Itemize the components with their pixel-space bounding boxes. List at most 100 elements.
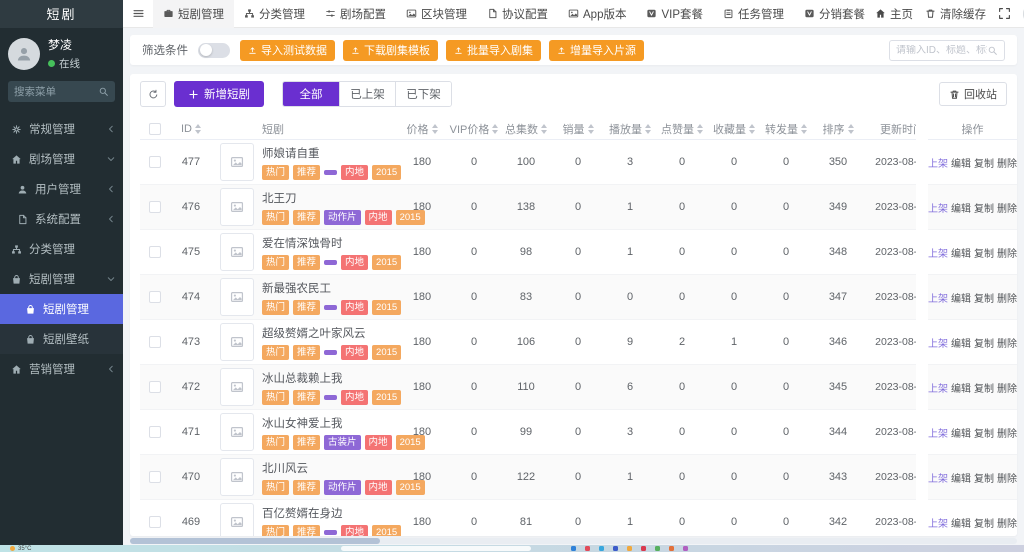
column-header[interactable]: 销量 — [552, 121, 604, 137]
sort-icon[interactable] — [801, 124, 807, 134]
scrollbar-thumb[interactable] — [130, 538, 380, 544]
drama-title[interactable]: 北川风云 — [262, 460, 308, 476]
table-scroll-area[interactable]: ID短剧价格VIP价格总集数销量播放量点赞量收藏量转发量排序更新时间 477师娘… — [140, 118, 916, 536]
drama-title[interactable]: 冰山女神爱上我 — [262, 415, 343, 431]
sidebar-item[interactable]: 分类管理 — [0, 234, 123, 264]
sort-icon[interactable] — [195, 124, 201, 134]
table-row[interactable]: 471冰山女神爱上我热门推荐古装片内地201518009903000344202… — [140, 410, 916, 455]
sort-icon[interactable] — [848, 124, 854, 134]
taskbar-app-icon[interactable] — [585, 546, 590, 551]
action-link[interactable]: 编辑 — [951, 290, 971, 305]
drama-title[interactable]: 超级赘婿之叶家风云 — [262, 325, 366, 341]
action-link[interactable]: 上架 — [928, 380, 948, 395]
top-nav-item[interactable]: 分销套餐 — [794, 0, 875, 28]
row-checkbox[interactable] — [149, 516, 161, 528]
row-checkbox[interactable] — [149, 426, 161, 438]
taskbar-app-icon[interactable] — [613, 546, 618, 551]
poster-placeholder[interactable] — [220, 278, 254, 316]
poster-placeholder[interactable] — [220, 413, 254, 451]
action-link[interactable]: 删除 — [997, 155, 1017, 170]
action-link[interactable]: 上架 — [928, 290, 948, 305]
sort-icon[interactable] — [432, 124, 438, 134]
drama-title[interactable]: 爱在情深蚀骨时 — [262, 235, 343, 251]
row-checkbox[interactable] — [149, 381, 161, 393]
sort-icon[interactable] — [588, 124, 594, 134]
clear-cache-link[interactable]: 清除缓存 — [925, 6, 986, 22]
row-checkbox[interactable] — [149, 291, 161, 303]
column-header[interactable]: VIP价格 — [448, 121, 500, 137]
action-link[interactable]: 复制 — [974, 425, 994, 440]
action-link[interactable]: 编辑 — [951, 515, 971, 530]
sort-icon[interactable] — [492, 124, 498, 134]
add-drama-button[interactable]: 新增短剧 — [174, 81, 264, 107]
top-nav-item[interactable]: 分类管理 — [234, 0, 315, 28]
sidebar-item[interactable]: 剧场管理 — [0, 144, 123, 174]
expand-icon[interactable] — [998, 7, 1011, 20]
action-link[interactable]: 删除 — [997, 290, 1017, 305]
import-button[interactable]: 增量导入片源 — [549, 40, 644, 61]
table-row[interactable]: 473超级赘婿之叶家风云热门推荐内地2015180010609210346202… — [140, 320, 916, 365]
drama-title[interactable]: 百亿赘婿在身边 — [262, 505, 343, 521]
search-icon[interactable] — [98, 86, 109, 97]
top-nav-item[interactable]: 剧场配置 — [315, 0, 396, 28]
taskbar-app-icon[interactable] — [655, 546, 660, 551]
drama-title[interactable]: 北王刀 — [262, 190, 297, 206]
column-header[interactable]: 更新时间 — [864, 121, 916, 137]
home-link[interactable]: 主页 — [875, 6, 913, 22]
sort-icon[interactable] — [645, 124, 651, 134]
column-header[interactable]: 短剧 — [262, 121, 396, 137]
action-link[interactable]: 上架 — [928, 200, 948, 215]
column-header[interactable]: 点赞量 — [656, 121, 708, 137]
action-link[interactable]: 上架 — [928, 335, 948, 350]
table-row[interactable]: 477师娘请自重热门推荐内地20151800100030003502023-08… — [140, 140, 916, 185]
sidebar-item[interactable]: 短剧管理 — [0, 264, 123, 294]
poster-placeholder[interactable] — [220, 188, 254, 226]
drama-title[interactable]: 冰山总裁赖上我 — [262, 370, 343, 386]
sidebar-item[interactable]: 短剧管理 — [0, 294, 123, 324]
refresh-button[interactable] — [140, 81, 166, 107]
sidebar-search-input[interactable] — [14, 86, 98, 98]
drama-title[interactable]: 新最强农民工 — [262, 280, 331, 296]
taskbar-weather[interactable]: 35°C — [10, 545, 31, 552]
top-nav-item[interactable]: App版本 — [558, 0, 636, 28]
sidebar-item[interactable]: 营销管理 — [0, 354, 123, 384]
poster-placeholder[interactable] — [220, 503, 254, 536]
action-link[interactable]: 上架 — [928, 425, 948, 440]
recycle-bin-button[interactable]: 回收站 — [939, 82, 1007, 106]
action-link[interactable]: 复制 — [974, 245, 994, 260]
taskbar-app-icon[interactable] — [627, 546, 632, 551]
taskbar-app-icon[interactable] — [571, 546, 576, 551]
action-link[interactable]: 删除 — [997, 515, 1017, 530]
action-link[interactable]: 编辑 — [951, 200, 971, 215]
taskbar-app-icon[interactable] — [683, 546, 688, 551]
taskbar-app-icon[interactable] — [599, 546, 604, 551]
top-nav-item[interactable]: 任务管理 — [713, 0, 794, 28]
table-row[interactable]: 476北王刀热门推荐动作片内地20151800138010003492023-0… — [140, 185, 916, 230]
action-link[interactable]: 删除 — [997, 200, 1017, 215]
sidebar-item[interactable]: 短剧壁纸 — [0, 324, 123, 354]
row-checkbox[interactable] — [149, 246, 161, 258]
action-link[interactable]: 复制 — [974, 200, 994, 215]
action-link[interactable]: 删除 — [997, 335, 1017, 350]
sort-icon[interactable] — [749, 124, 755, 134]
taskbar-search[interactable] — [341, 546, 531, 551]
status-tab[interactable]: 已上架 — [339, 82, 395, 106]
sort-icon[interactable] — [541, 124, 547, 134]
top-nav-item[interactable]: 协议配置 — [477, 0, 558, 28]
sidebar-item[interactable]: 用户管理 — [0, 174, 123, 204]
poster-placeholder[interactable] — [220, 143, 254, 181]
column-header[interactable]: 总集数 — [500, 121, 552, 137]
taskbar-app-icon[interactable] — [641, 546, 646, 551]
table-search-input[interactable] — [896, 45, 987, 56]
select-all-checkbox[interactable] — [149, 123, 161, 135]
row-checkbox[interactable] — [149, 471, 161, 483]
column-header[interactable]: ID — [170, 123, 212, 135]
import-button[interactable]: 导入测试数据 — [240, 40, 335, 61]
poster-placeholder[interactable] — [220, 233, 254, 271]
action-link[interactable]: 上架 — [928, 245, 948, 260]
top-nav-item[interactable]: VIP套餐 — [636, 0, 713, 28]
import-button[interactable]: 下载剧集模板 — [343, 40, 438, 61]
horizontal-scrollbar[interactable] — [130, 538, 1017, 544]
action-link[interactable]: 复制 — [974, 470, 994, 485]
action-link[interactable]: 复制 — [974, 380, 994, 395]
